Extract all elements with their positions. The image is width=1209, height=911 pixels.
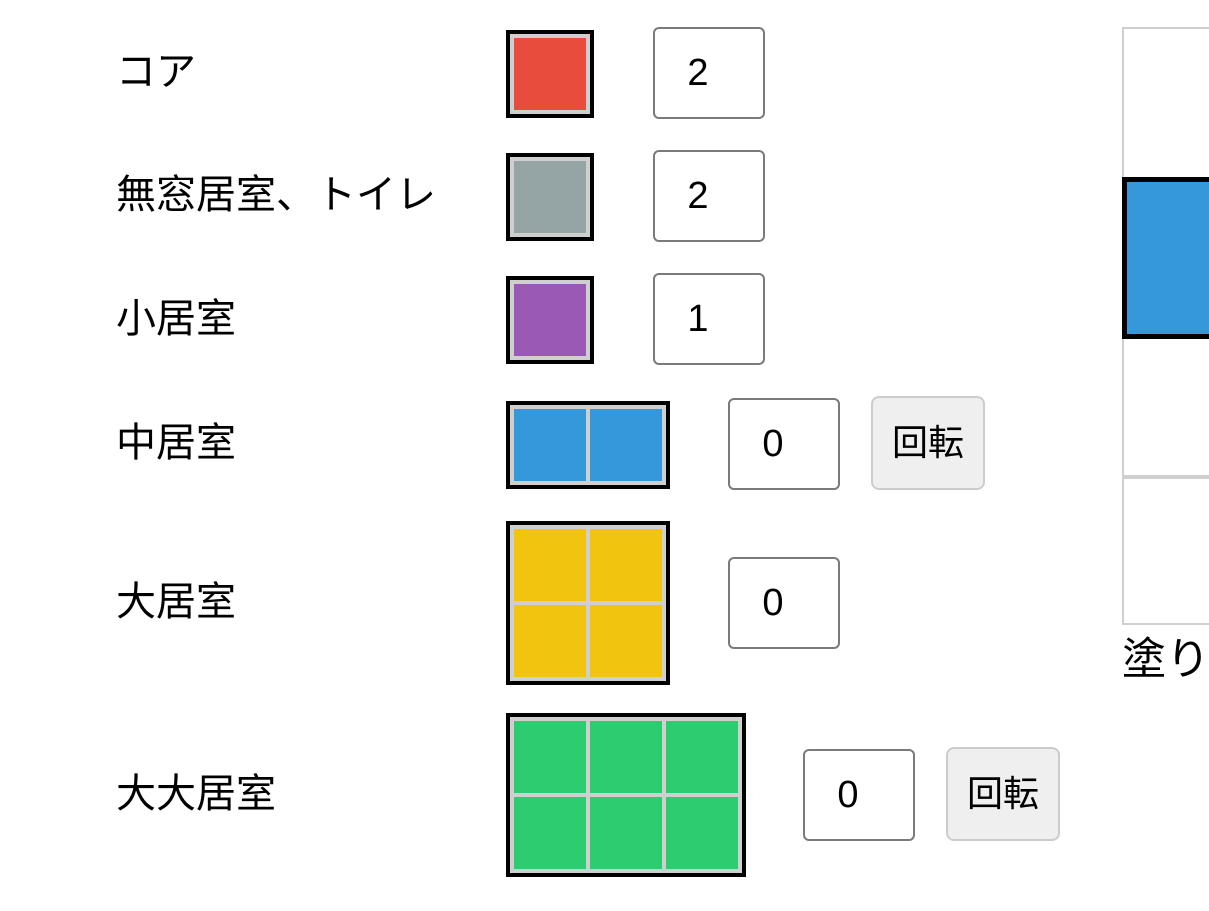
count-input-small-room[interactable]: [653, 273, 765, 365]
piece-cell: [514, 284, 586, 356]
board-status-text: 塗り: [1122, 634, 1209, 685]
piece-cell: [666, 721, 738, 793]
count-input-large-room[interactable]: [728, 557, 840, 649]
rotate-button-medium-room[interactable]: 回転: [871, 396, 985, 490]
piece-cell: [590, 797, 662, 869]
count-input-extra-large-room[interactable]: [803, 749, 915, 841]
count-input-windowless-room-toilet[interactable]: [653, 150, 765, 242]
piece-swatch-large-room[interactable]: [506, 521, 670, 685]
piece-cell: [666, 797, 738, 869]
piece-palette-screen: コア 無窓居室、トイレ 小居室 中居室 回転 大居室: [0, 0, 1209, 911]
piece-swatch-medium-room[interactable]: [506, 401, 670, 489]
piece-swatch-extra-large-room[interactable]: [506, 713, 746, 877]
piece-cell: [590, 721, 662, 793]
placed-piece-medium-room[interactable]: [1122, 177, 1209, 339]
piece-cell: [514, 605, 586, 677]
piece-label-extra-large-room: 大大居室: [116, 771, 276, 817]
count-input-core[interactable]: [653, 27, 765, 119]
piece-swatch-small-room[interactable]: [506, 276, 594, 364]
piece-swatch-core[interactable]: [506, 30, 594, 118]
board-divider: [1122, 475, 1209, 479]
piece-cell: [590, 605, 662, 677]
piece-cell: [514, 721, 586, 793]
piece-swatch-windowless-room-toilet[interactable]: [506, 153, 594, 241]
rotate-button-extra-large-room[interactable]: 回転: [946, 747, 1060, 841]
piece-cell: [514, 161, 586, 233]
piece-cell: [590, 529, 662, 601]
piece-cell: [590, 409, 662, 481]
piece-label-core: コア: [116, 49, 196, 95]
count-input-medium-room[interactable]: [728, 398, 840, 490]
piece-cell: [514, 409, 586, 481]
piece-label-small-room: 小居室: [116, 296, 236, 342]
piece-label-windowless-room-toilet: 無窓居室、トイレ: [116, 172, 436, 218]
piece-cell: [514, 529, 586, 601]
piece-label-large-room: 大居室: [116, 579, 236, 625]
piece-label-medium-room: 中居室: [116, 420, 236, 466]
piece-cell: [514, 38, 586, 110]
piece-cell: [514, 797, 586, 869]
